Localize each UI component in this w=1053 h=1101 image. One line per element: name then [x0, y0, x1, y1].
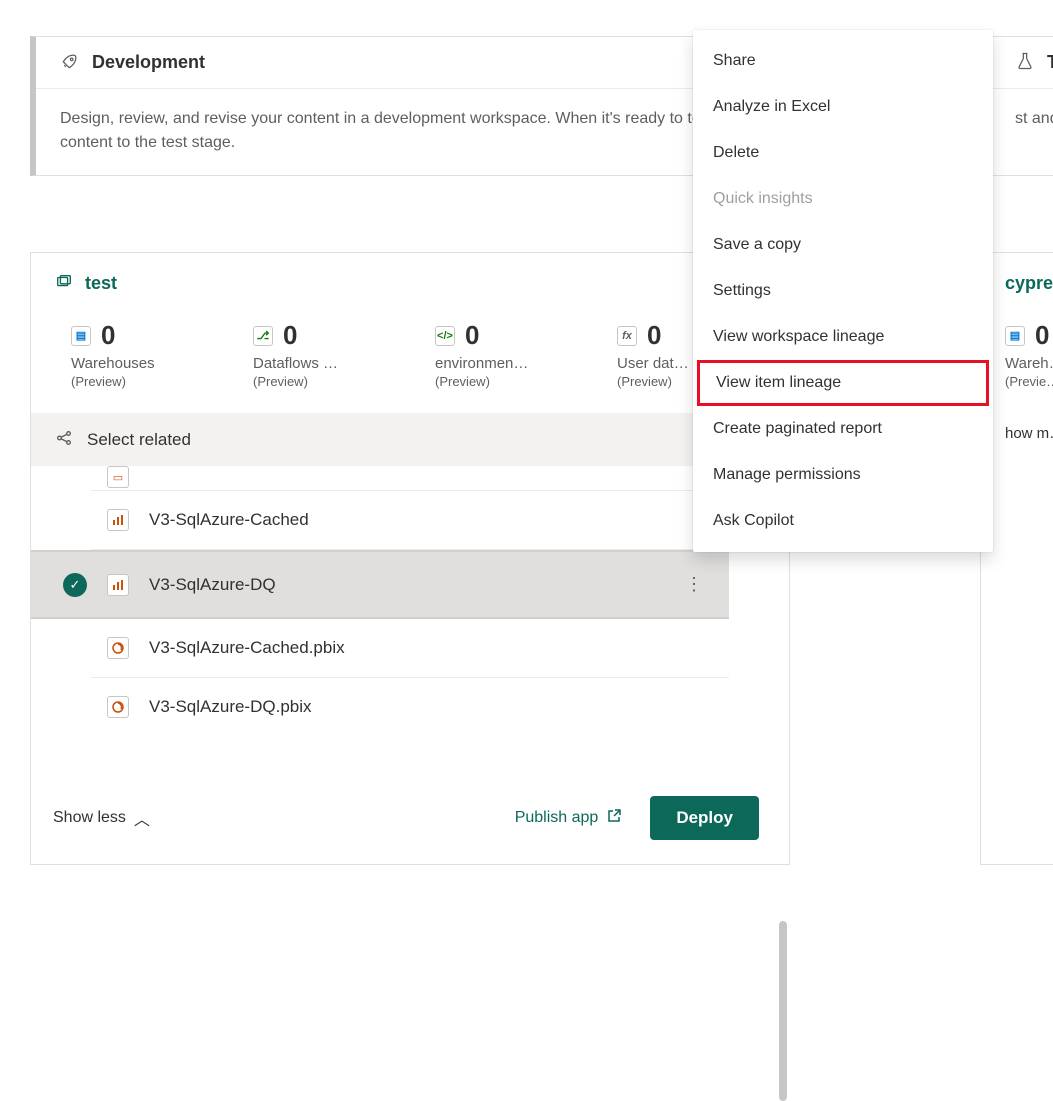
flask-icon	[1015, 51, 1035, 74]
menu-ask-copilot[interactable]: Ask Copilot	[693, 498, 993, 544]
metric-warehouses: ▤ 0 Warehouses (Preview)	[71, 320, 201, 389]
more-options-icon[interactable]: ⋮	[675, 570, 713, 599]
warehouse-icon: ▤	[1005, 326, 1025, 346]
item-name: V3-SqlAzure-DQ.pbix	[149, 697, 713, 717]
context-menu: Share Analyze in Excel Delete Quick insi…	[693, 30, 993, 552]
list-item[interactable]: V3-SqlAzure-Cached.pbix	[91, 619, 729, 678]
menu-delete[interactable]: Delete	[693, 130, 993, 176]
show-less-toggle[interactable]: Show less ︿	[53, 806, 150, 830]
select-related-label[interactable]: Select related	[87, 430, 191, 450]
external-link-icon	[606, 808, 622, 829]
metric-dataflows: ⎇ 0 Dataflows … (Preview)	[253, 320, 383, 389]
item-name: V3-SqlAzure-DQ	[149, 575, 655, 595]
item-name: V3-SqlAzure-Cached.pbix	[149, 638, 713, 658]
development-title: Development	[92, 52, 205, 73]
workspace-name[interactable]: test	[85, 273, 117, 294]
test-stage-card: Test st and v… oy the…	[990, 36, 1053, 176]
workspaces-icon	[55, 273, 73, 294]
item-list: ▭ V3-SqlAzure-Cached ✓ V3-SqlAzure-DQ ⋮	[31, 466, 789, 776]
list-item-selected[interactable]: ✓ V3-SqlAzure-DQ ⋮	[31, 550, 729, 619]
list-item[interactable]: V3-SqlAzure-DQ.pbix	[91, 678, 729, 736]
menu-quick-insights: Quick insights	[693, 176, 993, 222]
check-icon: ✓	[63, 573, 87, 597]
deploy-button[interactable]: Deploy	[650, 796, 759, 840]
select-related-bar: Select related ✕ 1 s…	[31, 413, 789, 466]
chevron-up-icon: ︿	[134, 806, 150, 830]
item-name: V3-SqlAzure-Cached	[149, 510, 713, 530]
report-icon	[107, 574, 129, 596]
workspace-panel-dev: test ▤ 0 Warehouses (Preview) ⎇ 0 Datafl…	[30, 252, 790, 865]
metric-environments: </> 0 environmen… (Preview)	[435, 320, 565, 389]
pbix-icon	[107, 637, 129, 659]
metric-warehouses: ▤ 0 Wareh… (Previe…	[1005, 320, 1053, 389]
dataflow-icon: ⎇	[253, 326, 273, 346]
environment-icon: </>	[435, 326, 455, 346]
scrollbar[interactable]	[779, 921, 787, 1101]
pbix-icon	[107, 696, 129, 718]
menu-share[interactable]: Share	[693, 38, 993, 84]
menu-save-copy[interactable]: Save a copy	[693, 222, 993, 268]
list-item[interactable]: ▭	[91, 466, 729, 491]
test-description: st and v… oy the…	[991, 89, 1053, 151]
share-icon	[55, 429, 73, 450]
rocket-icon	[60, 51, 80, 74]
test-title: Test	[1047, 52, 1053, 73]
report-icon: ▭	[107, 466, 129, 488]
function-icon: fx	[617, 326, 637, 346]
warehouse-icon: ▤	[71, 326, 91, 346]
menu-item-lineage[interactable]: View item lineage	[697, 360, 989, 406]
menu-analyze-excel[interactable]: Analyze in Excel	[693, 84, 993, 130]
report-icon	[107, 509, 129, 531]
menu-paginated-report[interactable]: Create paginated report	[693, 406, 993, 452]
workspace-name[interactable]: cypres…	[1005, 273, 1053, 294]
menu-workspace-lineage[interactable]: View workspace lineage	[693, 314, 993, 360]
menu-settings[interactable]: Settings	[693, 268, 993, 314]
menu-manage-permissions[interactable]: Manage permissions	[693, 452, 993, 498]
list-item[interactable]: V3-SqlAzure-Cached	[91, 491, 729, 550]
publish-app-link[interactable]: Publish app	[515, 808, 623, 829]
